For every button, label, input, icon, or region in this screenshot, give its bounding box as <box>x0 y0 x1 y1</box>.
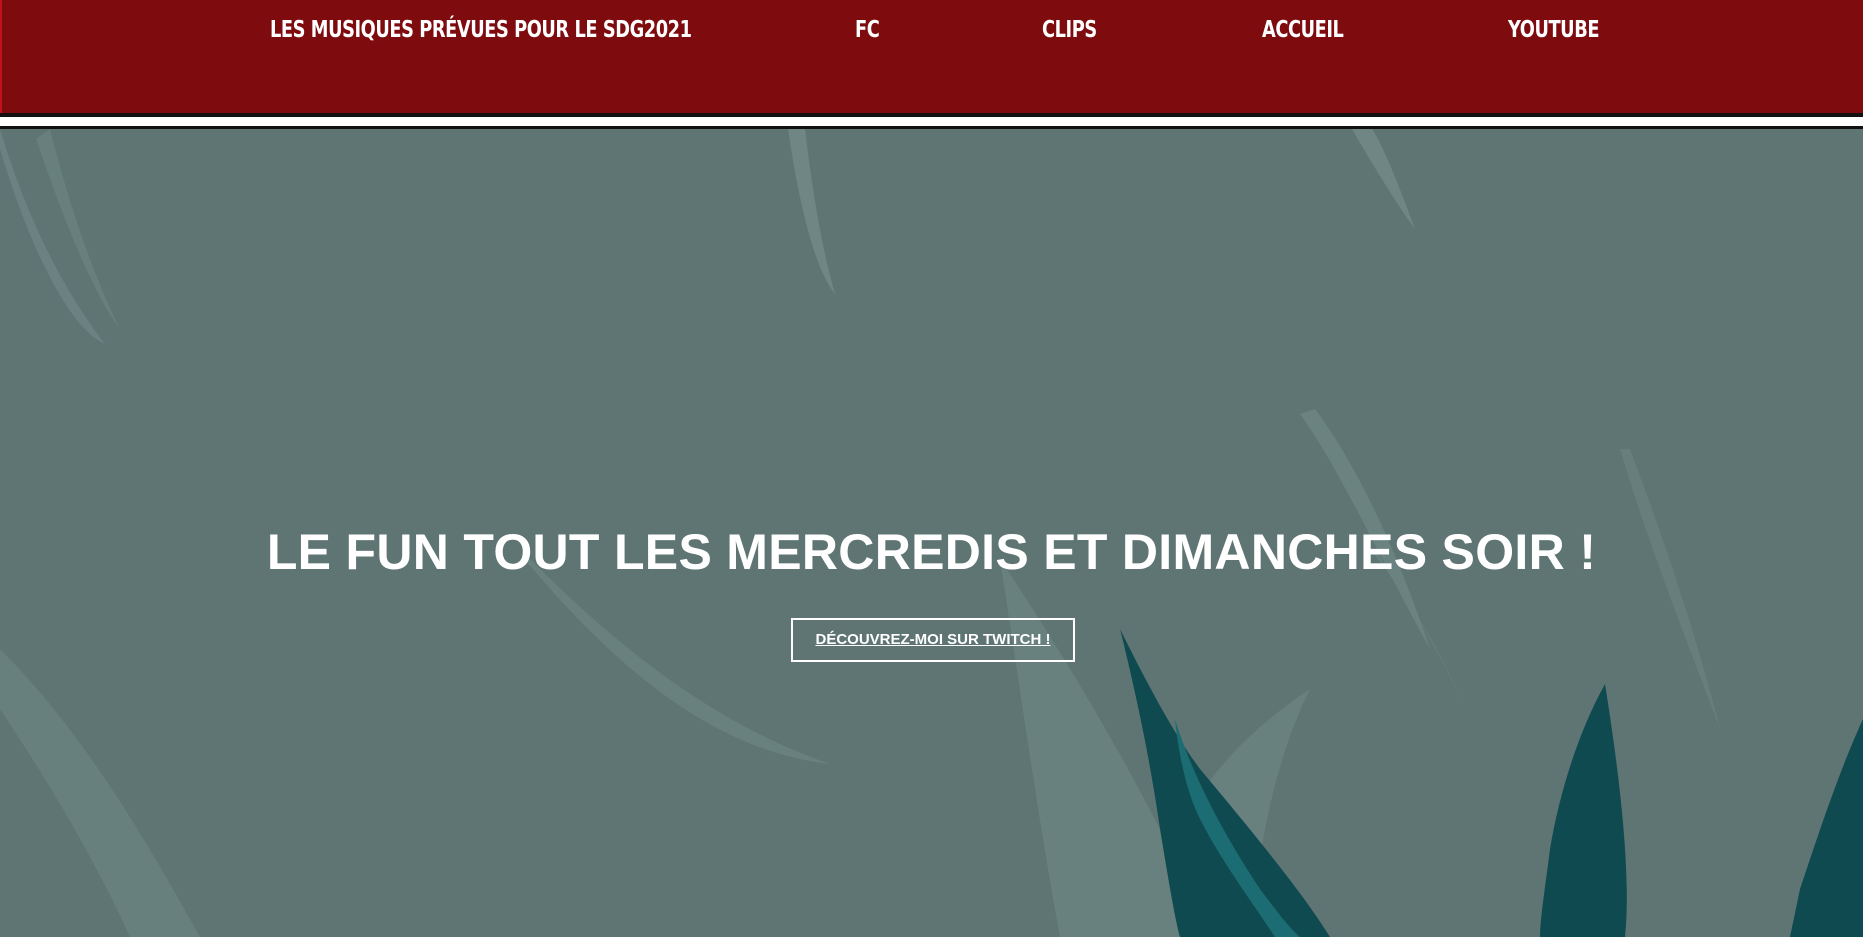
divider-stripe-white <box>0 117 1863 126</box>
nav-item-accueil[interactable]: ACCUEIL <box>1262 17 1344 43</box>
hero-banner: LE FUN TOUT LES MERCREDIS ET DIMANCHES S… <box>0 129 1863 937</box>
nav-item-clips[interactable]: CLIPS <box>1042 17 1097 43</box>
twitch-cta-button[interactable]: DÉCOUVREZ-MOI SUR TWITCH ! <box>791 618 1075 662</box>
nav-item-fc[interactable]: FC <box>855 17 880 43</box>
site-header: LES MUSIQUES PRÉVUES POUR LE SDG2021 FC … <box>0 0 1863 113</box>
nav-item-musiques-sdg2021[interactable]: LES MUSIQUES PRÉVUES POUR LE SDG2021 <box>270 17 692 43</box>
main-nav: LES MUSIQUES PRÉVUES POUR LE SDG2021 FC … <box>2 0 1863 72</box>
hero-headline: LE FUN TOUT LES MERCREDIS ET DIMANCHES S… <box>266 524 1597 580</box>
nav-item-youtube[interactable]: YOUTUBE <box>1508 17 1599 43</box>
